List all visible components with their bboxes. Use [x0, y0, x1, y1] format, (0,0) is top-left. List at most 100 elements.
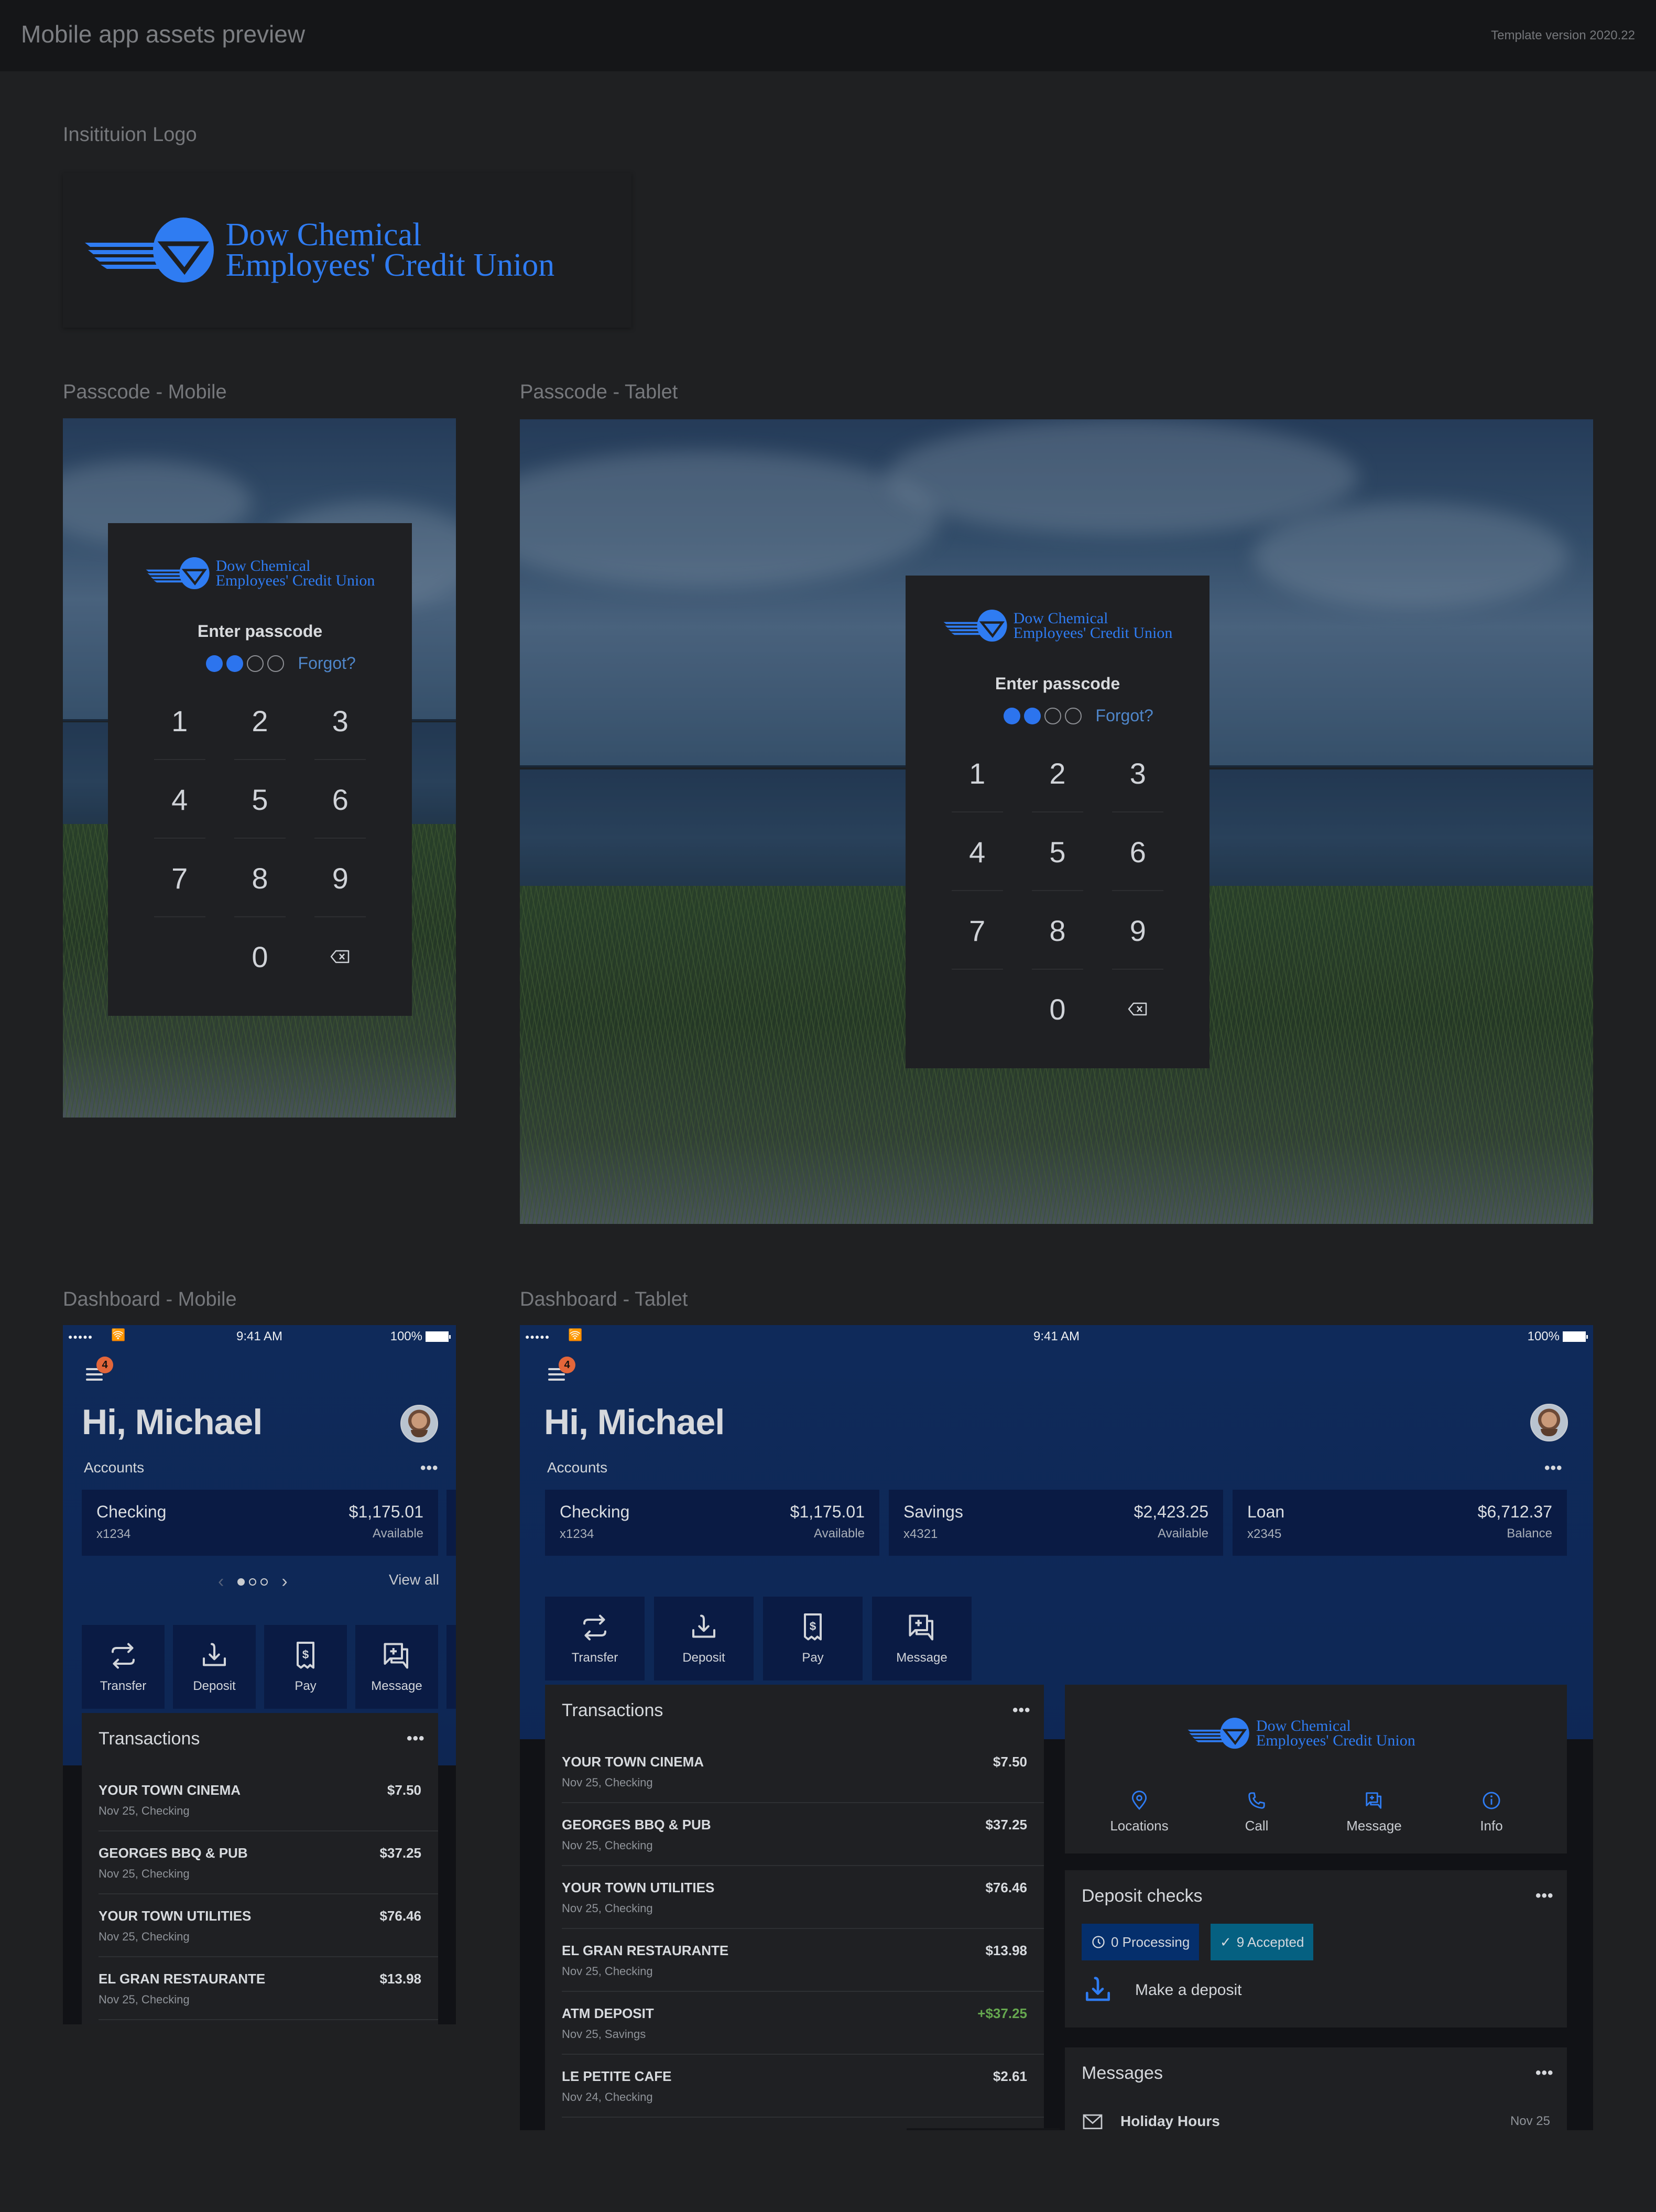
keypad-key[interactable]: 1 [139, 681, 220, 760]
keypad-key[interactable]: 3 [300, 681, 380, 760]
clock-icon [1092, 1936, 1105, 1948]
accepted-status[interactable]: ✓ 9 Accepted [1211, 1924, 1314, 1960]
forgot-passcode-link[interactable]: Forgot? [1096, 706, 1153, 725]
quick-action-transfer[interactable]: Transfer [82, 1625, 165, 1709]
envelope-icon [1083, 2114, 1103, 2129]
transaction-row[interactable]: YOUR TOWN CINEMA Nov 25, Checking $7.50 [99, 1769, 438, 1831]
backspace-key[interactable] [300, 917, 380, 996]
transaction-detail: Nov 25, Checking [562, 1965, 653, 1978]
quick-action-pay[interactable]: $ Pay [763, 1597, 863, 1680]
keypad-key[interactable]: 5 [220, 760, 300, 839]
contact-action-locations[interactable]: Locations [1097, 1790, 1181, 1834]
deposit-more-button[interactable]: ••• [1535, 1888, 1554, 1904]
transaction-row[interactable]: LE PETITE CAFE Nov 24, Checking $2.61 [562, 2055, 1044, 2118]
quick-action-message[interactable]: Message [872, 1597, 972, 1680]
keypad-key[interactable]: 9 [1098, 891, 1178, 970]
pager-dot[interactable] [237, 1578, 245, 1586]
transaction-row[interactable]: EL GRAN RESTAURANTE Nov 25, Checking $13… [99, 1957, 438, 2020]
keypad-key[interactable]: 3 [1098, 734, 1178, 812]
logo-mark-icon [85, 217, 214, 283]
deposit-checks-card: Deposit checks ••• 0 Processing ✓ 9 Acce… [1065, 1870, 1567, 2027]
keypad-key[interactable]: 2 [1017, 734, 1097, 812]
quick-action-label: Pay [295, 1679, 317, 1693]
quick-action-deposit[interactable]: Deposit [654, 1597, 754, 1680]
transaction-row[interactable]: YOUR TOWN UTILITIES Nov 25, Checking $76… [562, 1866, 1044, 1929]
keypad-key[interactable]: 8 [1017, 891, 1097, 970]
transaction-row[interactable]: YOUR TOWN CINEMA Nov 25, Checking $7.50 [562, 1740, 1044, 1803]
logo-line-2: Employees' Credit Union [1256, 1732, 1415, 1749]
avatar[interactable] [400, 1405, 438, 1443]
accepted-count: 9 Accepted [1236, 1934, 1304, 1950]
keypad-digit: 4 [969, 835, 986, 869]
keypad-key[interactable]: 0 [1017, 970, 1097, 1048]
quick-action-pay[interactable]: $ Pay [264, 1625, 347, 1709]
battery-status: 100% [1528, 1329, 1588, 1344]
account-amount-label: Available [1158, 1526, 1208, 1541]
passcode-mobile-screen: Dow Chemical Employees' Credit Union Ent… [63, 418, 456, 1118]
contact-action-message[interactable]: Message [1332, 1790, 1416, 1834]
transaction-name: YOUR TOWN CINEMA [562, 1754, 704, 1770]
section-label-logo: Insitituion Logo [63, 124, 197, 146]
message-item[interactable]: Holiday Hours Nov 25 [1082, 2112, 1550, 2130]
notification-badge: 4 [559, 1357, 575, 1373]
greeting: Hi, Michael [82, 1402, 263, 1442]
transaction-name: YOUR TOWN UTILITIES [562, 1880, 715, 1895]
status-time: 9:41 AM [1033, 1329, 1080, 1343]
keypad-key[interactable]: 5 [1017, 812, 1097, 891]
logo-line-1: Dow Chemical [215, 557, 311, 575]
message-icon [909, 1614, 933, 1641]
transaction-row[interactable]: YOUR TOWN UTILITIES Nov 25, Checking $76… [99, 1894, 438, 1957]
contact-action-info[interactable]: Info [1450, 1790, 1533, 1834]
keypad-key[interactable]: 4 [937, 812, 1017, 891]
account-amount: $6,712.37 [1477, 1502, 1552, 1521]
transaction-row[interactable]: GEORGES BBQ & PUB Nov 25, Checking $37.2… [99, 1831, 438, 1894]
keypad-key[interactable]: 6 [1098, 812, 1178, 891]
chevron-left-icon[interactable]: ‹ [218, 1571, 224, 1592]
contact-action-call[interactable]: Call [1215, 1790, 1299, 1834]
contact-card-logo: Dow Chemical Employees' Credit Union [1186, 1717, 1415, 1750]
logo-mark-icon [146, 557, 210, 590]
account-card-peek [446, 1490, 456, 1556]
keypad-key[interactable]: 1 [937, 734, 1017, 812]
pager-dot[interactable] [260, 1578, 268, 1586]
keypad-key[interactable]: 4 [139, 760, 220, 839]
quick-action-label: Pay [802, 1651, 824, 1665]
contact-action-label: Info [1480, 1818, 1503, 1834]
chevron-right-icon[interactable]: › [281, 1571, 287, 1592]
keypad-key[interactable]: 7 [139, 839, 220, 917]
quick-action-message[interactable]: Message [355, 1625, 438, 1709]
processing-status[interactable]: 0 Processing [1082, 1924, 1200, 1960]
quick-action-deposit[interactable]: Deposit [173, 1625, 256, 1709]
account-card[interactable]: Checking x1234 $1,175.01 Available [82, 1490, 438, 1556]
keypad-key[interactable]: 0 [220, 917, 300, 996]
keypad-key[interactable]: 8 [220, 839, 300, 917]
transaction-row[interactable]: EL GRAN RESTAURANTE Nov 25, Checking $13… [562, 1929, 1044, 1992]
keypad-digit: 2 [252, 704, 268, 738]
accounts-more-button[interactable]: ••• [1544, 1460, 1563, 1476]
avatar[interactable] [1530, 1404, 1568, 1441]
backspace-icon [331, 950, 350, 963]
quick-action-peek [446, 1625, 456, 1709]
keypad-key[interactable]: 7 [937, 891, 1017, 970]
account-card[interactable]: Loan x2345 $6,712.37 Balance [1233, 1490, 1567, 1556]
keypad-key[interactable]: 6 [300, 760, 380, 839]
make-deposit-button[interactable]: Make a deposit [1082, 1974, 1241, 2007]
passcode-dot [1065, 707, 1082, 724]
transaction-row[interactable]: ATM DEPOSIT Nov 25, Savings +$37.25 [562, 1992, 1044, 2055]
backspace-key[interactable] [1098, 970, 1178, 1048]
transactions-more-button[interactable]: ••• [1012, 1703, 1031, 1718]
forgot-passcode-link[interactable]: Forgot? [298, 654, 356, 673]
view-all-link[interactable]: View all [389, 1571, 439, 1588]
keypad-key[interactable]: 9 [300, 839, 380, 917]
account-card[interactable]: Savings x4321 $2,423.25 Available [889, 1490, 1223, 1556]
keypad-key[interactable]: 2 [220, 681, 300, 760]
pager-dot[interactable] [249, 1578, 257, 1586]
accounts-more-button[interactable]: ••• [420, 1460, 439, 1476]
enter-passcode-label: Enter passcode [995, 674, 1120, 693]
quick-action-transfer[interactable]: Transfer [545, 1597, 645, 1680]
transactions-more-button[interactable]: ••• [407, 1731, 425, 1747]
transfer-icon [112, 1643, 135, 1669]
transaction-row[interactable]: GEORGES BBQ & PUB Nov 25, Checking $37.2… [562, 1803, 1044, 1866]
account-card[interactable]: Checking x1234 $1,175.01 Available [545, 1490, 879, 1556]
messages-more-button[interactable]: ••• [1535, 2065, 1554, 2081]
